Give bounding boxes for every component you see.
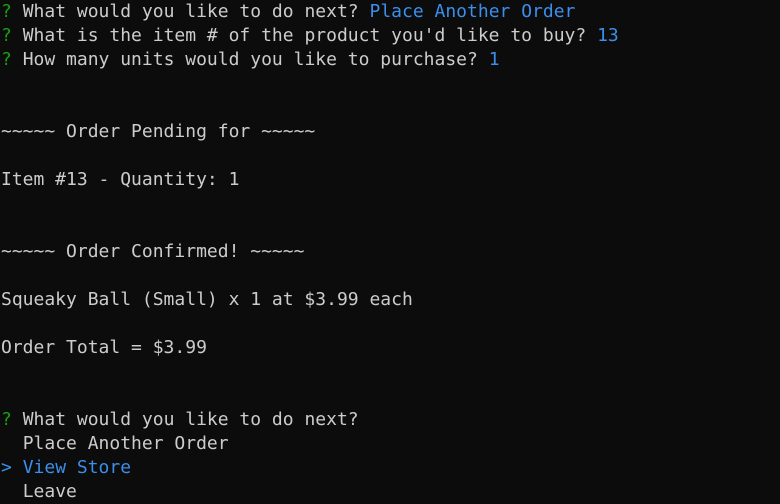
order-pending-detail: Item #13 - Quantity: 1 xyxy=(1,169,240,190)
option-indent xyxy=(1,481,23,502)
prompt-answer: 1 xyxy=(488,49,500,70)
option-label: Leave xyxy=(22,481,77,502)
prompt-question: What is the item # of the product you'd … xyxy=(22,25,587,46)
prompt-line-next-action: ? What would you like to do next? Place … xyxy=(1,0,780,24)
terminal-window: ? What would you like to do next? Place … xyxy=(0,0,780,504)
menu-option-view-store[interactable]: > View Store xyxy=(1,456,780,480)
option-label: Place Another Order xyxy=(22,433,229,454)
order-confirmed-header: ~~~~~ Order Confirmed! ~~~~~ xyxy=(1,241,305,262)
menu-prompt: ? What would you like to do next? xyxy=(1,408,780,432)
prompt-question: What would you like to do next? xyxy=(22,1,359,22)
option-label: View Store xyxy=(22,457,132,478)
selection-pointer-icon: > xyxy=(1,457,12,478)
menu-question: What would you like to do next? xyxy=(22,409,359,430)
question-marker: ? xyxy=(1,25,12,46)
option-indent xyxy=(1,433,23,454)
menu-option-leave[interactable]: Leave xyxy=(1,480,780,504)
order-pending-header: ~~~~~ Order Pending for ~~~~~ xyxy=(1,121,316,142)
prompt-question: How many units would you like to purchas… xyxy=(22,49,478,70)
prompt-answer: Place Another Order xyxy=(369,1,576,22)
order-total: Order Total = $3.99 xyxy=(1,337,207,358)
question-marker: ? xyxy=(1,409,12,430)
menu-option-place-another-order[interactable]: Place Another Order xyxy=(1,432,780,456)
question-marker: ? xyxy=(1,49,12,70)
prompt-line-item-number: ? What is the item # of the product you'… xyxy=(1,24,780,48)
order-confirmed-detail: Squeaky Ball (Small) x 1 at $3.99 each xyxy=(1,289,413,310)
prompt-line-quantity: ? How many units would you like to purch… xyxy=(1,48,780,72)
prompt-answer: 13 xyxy=(597,25,619,46)
question-marker: ? xyxy=(1,1,12,22)
